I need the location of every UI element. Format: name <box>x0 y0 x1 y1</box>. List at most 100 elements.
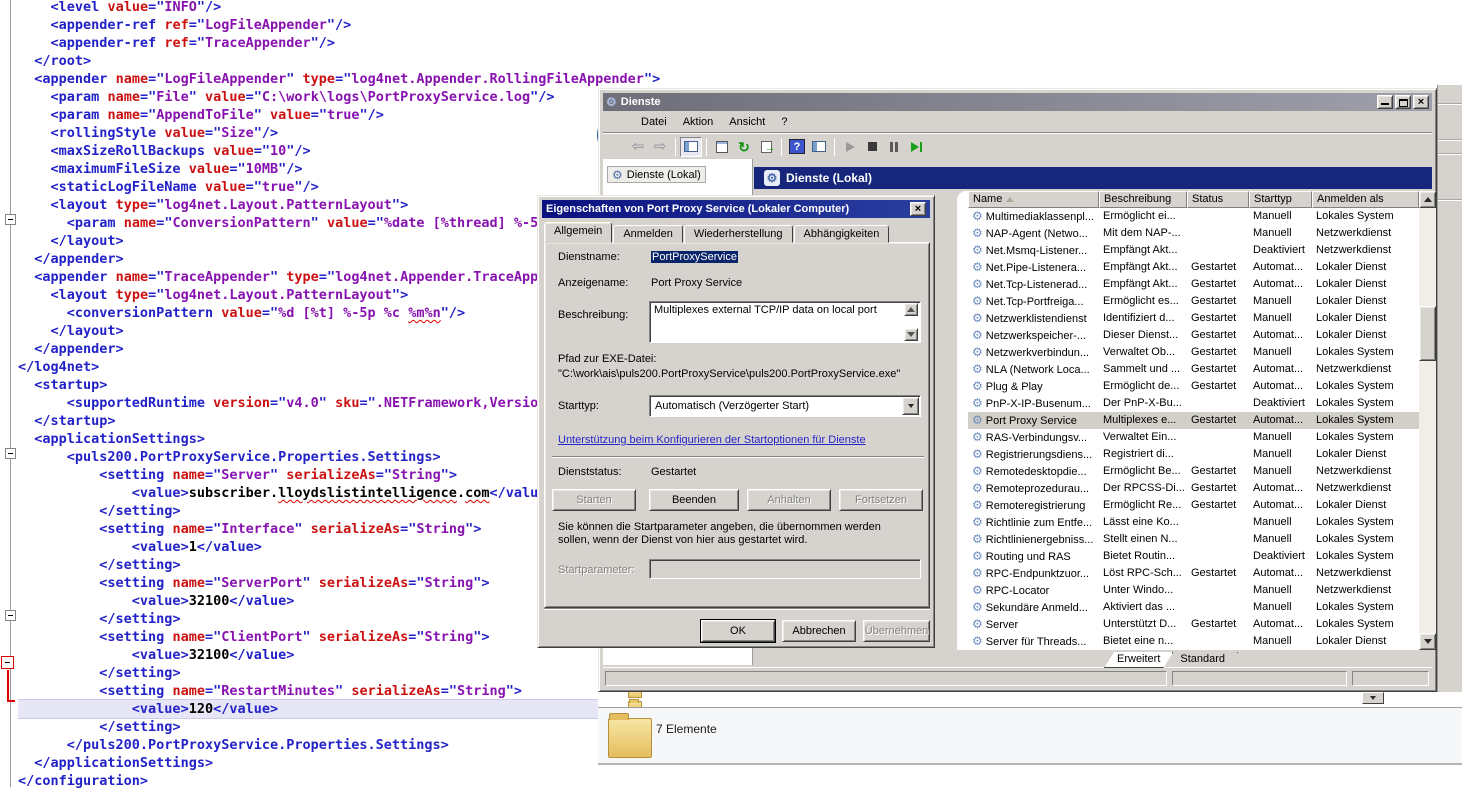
code-line[interactable]: <appender-ref ref="LogFileAppender"/> <box>18 16 660 34</box>
column-header-name[interactable]: Name <box>968 191 1099 208</box>
code-line[interactable]: <value>120</value> <box>18 700 660 718</box>
fold-collapse-icon[interactable] <box>5 214 16 225</box>
minimize-button[interactable] <box>1377 95 1393 109</box>
help-button[interactable]: ? <box>786 137 808 157</box>
service-row[interactable]: ⚙Remotedesktopdie...Ermöglicht Be...Gest… <box>968 463 1419 480</box>
tab-anmelden[interactable]: Anmelden <box>613 225 683 243</box>
fold-collapse-icon[interactable] <box>5 610 16 621</box>
abbrechen-button[interactable]: Abbrechen <box>782 620 856 642</box>
view-tab-standard[interactable]: Standard <box>1167 652 1238 668</box>
startparameter-input[interactable] <box>649 559 921 579</box>
code-line[interactable]: <staticLogFileName value="true"/> <box>18 178 660 196</box>
code-line[interactable]: <param name="File" value="C:\work\logs\P… <box>18 88 660 106</box>
service-row[interactable]: ⚙Netzwerkspeicher-...Dieser Dienst...Ges… <box>968 327 1419 344</box>
starttyp-combobox[interactable]: Automatisch (Verzögerter Start) <box>649 395 921 417</box>
scrollbar-thumb[interactable] <box>1419 306 1436 361</box>
column-header-beschreibung[interactable]: Beschreibung <box>1099 191 1187 208</box>
service-row[interactable]: ⚙Net.Tcp-Portfreiga...Ermöglicht es...Ge… <box>968 293 1419 310</box>
scroll-down-button[interactable] <box>1419 633 1436 650</box>
code-line[interactable]: <appender name="LogFileAppender" type="l… <box>18 70 660 88</box>
code-line[interactable]: <rollingStyle value="Size"/> <box>18 124 660 142</box>
vertical-scrollbar[interactable] <box>1419 191 1436 650</box>
service-row[interactable]: ⚙Registrierungsdiens...Registriert di...… <box>968 446 1419 463</box>
menu-item-datei[interactable]: Datei <box>633 114 675 130</box>
service-row[interactable]: ⚙PnP-X-IP-Busenum...Der PnP-X-Bu...Deakt… <box>968 395 1419 412</box>
restart-service-button[interactable] <box>905 137 927 157</box>
startoptions-help-link[interactable]: Unterstützung beim Konfigurieren der Sta… <box>558 434 866 446</box>
view-tab-erweitert[interactable]: Erweitert <box>1104 652 1173 668</box>
scroll-down-icon[interactable] <box>904 328 918 341</box>
code-line[interactable]: <value>32100</value> <box>18 646 660 664</box>
menu-item-?[interactable]: ? <box>773 114 795 130</box>
dialog-title-bar[interactable]: Eigenschaften von Port Proxy Service (Lo… <box>542 200 930 218</box>
start-service-button[interactable] <box>839 137 861 157</box>
close-icon[interactable]: × <box>910 202 926 216</box>
service-row[interactable]: ⚙NetzwerklistendienstIdentifiziert d...G… <box>968 310 1419 327</box>
pause-service-button[interactable] <box>883 137 905 157</box>
code-line[interactable]: <maxSizeRollBackups value="10"/> <box>18 142 660 160</box>
service-row[interactable]: ⚙NAP-Agent (Netwo...Mit dem NAP-...Manue… <box>968 225 1419 242</box>
chevron-down-icon[interactable] <box>902 397 919 415</box>
maximize-button[interactable] <box>1395 95 1411 109</box>
starten-button[interactable]: Starten <box>552 489 636 511</box>
beenden-button[interactable]: Beenden <box>649 489 739 511</box>
service-row[interactable]: ⚙Server für Threads...Bietet eine n...Ma… <box>968 633 1419 650</box>
service-row[interactable]: ⚙Remoteprozedurau...Der RPCSS-Di...Gesta… <box>968 480 1419 497</box>
fold-collapse-icon[interactable] <box>5 448 16 459</box>
column-header-status[interactable]: Status <box>1187 191 1249 208</box>
anhalten-button[interactable]: Anhalten <box>747 489 831 511</box>
code-line[interactable]: </applicationSettings> <box>18 754 660 772</box>
code-line[interactable]: <param name="AppendToFile" value="true"/… <box>18 106 660 124</box>
service-row[interactable]: ⚙Sekundäre Anmeld...Aktiviert das ...Man… <box>968 599 1419 616</box>
code-line[interactable]: <level value="INFO"/> <box>18 0 660 16</box>
tab-abhängigkeiten[interactable]: Abhängigkeiten <box>794 225 890 243</box>
service-row[interactable]: ⚙Plug & PlayErmöglicht de...GestartetAut… <box>968 378 1419 395</box>
menu-item-aktion[interactable]: Aktion <box>675 114 722 130</box>
menu-item-ansicht[interactable]: Ansicht <box>721 114 773 130</box>
scroll-up-icon[interactable] <box>904 303 918 316</box>
fortsetzen-button[interactable]: Fortsetzen <box>839 489 923 511</box>
service-row[interactable]: ⚙Richtlinienergebniss...Stellt einen N..… <box>968 531 1419 548</box>
show-console-tree-button[interactable] <box>680 137 702 157</box>
beschreibung-textbox[interactable]: Multiplexes external TCP/IP data on loca… <box>649 301 921 343</box>
close-button[interactable]: × <box>1413 95 1429 109</box>
tab-allgemein[interactable]: Allgemein <box>544 222 612 243</box>
tab-wiederherstellung[interactable]: Wiederherstellung <box>684 225 793 243</box>
tree-item-dienste-lokal[interactable]: ⚙ Dienste (Lokal) <box>607 166 706 183</box>
code-line[interactable]: </root> <box>18 52 660 70</box>
service-row[interactable]: ⚙RPC-Endpunktzuor...Löst RPC-Sch...Gesta… <box>968 565 1419 582</box>
service-row[interactable]: ⚙Net.Tcp-Listenerad...Empfängt Akt...Ges… <box>968 276 1419 293</box>
column-header-starttyp[interactable]: Starttyp <box>1249 191 1312 208</box>
code-line[interactable]: <appender-ref ref="TraceAppender"/> <box>18 34 660 52</box>
services-title-bar[interactable]: ⚙ Dienste × <box>603 93 1432 111</box>
code-line[interactable]: </configuration> <box>18 772 660 790</box>
code-line[interactable]: </puls200.PortProxyService.Properties.Se… <box>18 736 660 754</box>
service-row[interactable]: ⚙Net.Pipe-Listenera...Empfängt Akt...Ges… <box>968 259 1419 276</box>
refresh-button[interactable]: ↻ <box>733 137 755 157</box>
show-console-window-button[interactable] <box>808 137 830 157</box>
code-line[interactable]: <setting name="RestartMinutes" serialize… <box>18 682 660 700</box>
scroll-up-button[interactable] <box>1419 191 1436 208</box>
service-row[interactable]: ⚙Port Proxy ServiceMultiplexes e...Gesta… <box>968 412 1419 429</box>
back-button[interactable]: ⇦ <box>627 137 649 157</box>
code-line[interactable]: </setting> <box>18 664 660 682</box>
dienstname-value[interactable]: PortProxyService <box>651 251 738 263</box>
service-row[interactable]: ⚙Richtlinie zum Entfe...Lässt eine Ko...… <box>968 514 1419 531</box>
ok-button[interactable]: OK <box>701 620 775 642</box>
properties-button[interactable] <box>711 137 733 157</box>
service-row[interactable]: ⚙ServerUnterstützt D...GestartetAutomat.… <box>968 616 1419 633</box>
export-list-button[interactable]: → <box>755 137 777 157</box>
service-row[interactable]: ⚙Netzwerkverbindun...Verwaltet Ob...Gest… <box>968 344 1419 361</box>
service-row[interactable]: ⚙Net.Msmq-Listener...Empfängt Akt...Deak… <box>968 242 1419 259</box>
uebernehmen-button[interactable]: Übernehmen <box>863 620 930 642</box>
column-header-anmelden-als[interactable]: Anmelden als <box>1312 191 1419 208</box>
forward-button[interactable]: ⇨ <box>649 137 671 157</box>
fold-collapse-icon-active[interactable] <box>1 656 14 669</box>
code-line[interactable]: <maximumFileSize value="10MB"/> <box>18 160 660 178</box>
service-row[interactable]: ⚙RAS-Verbindungsv...Verwaltet Ein...Manu… <box>968 429 1419 446</box>
service-row[interactable]: ⚙RemoteregistrierungErmöglicht Re...Gest… <box>968 497 1419 514</box>
service-row[interactable]: ⚙RPC-LocatorUnter Windo...ManuellNetzwer… <box>968 582 1419 599</box>
anzeigename-value[interactable]: Port Proxy Service <box>651 277 742 289</box>
service-row[interactable]: ⚙Routing und RASBietet Routin...Deaktivi… <box>968 548 1419 565</box>
stop-service-button[interactable] <box>861 137 883 157</box>
